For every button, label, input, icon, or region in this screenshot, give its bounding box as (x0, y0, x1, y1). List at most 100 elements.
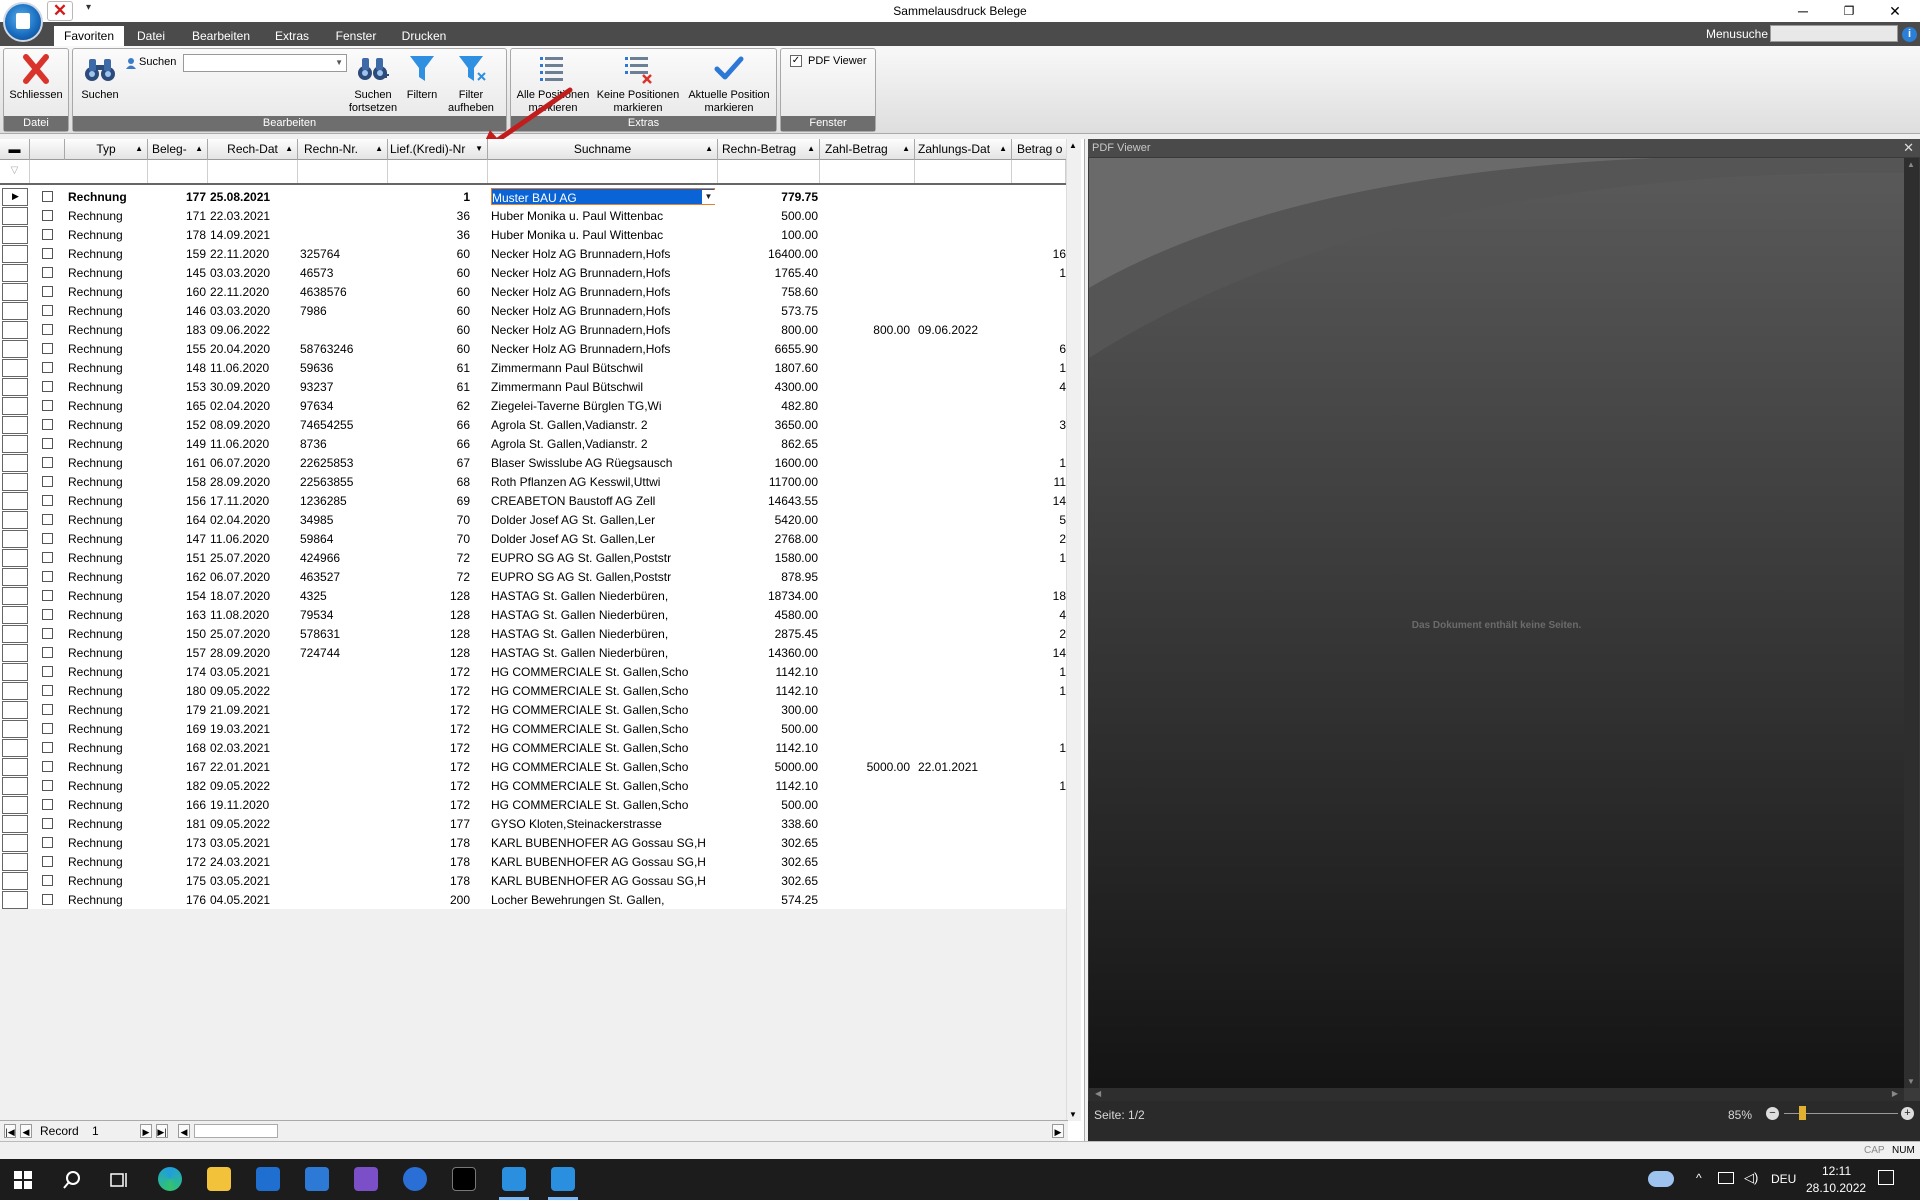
table-row[interactable]: Rechnung 150 25.07.2020 578631 128 HASTAG St.… (0, 624, 1066, 643)
table-row[interactable]: Rechnung 160 22.11.2020 4638576 60 Necker Hol… (0, 282, 1066, 301)
row-checkbox[interactable] (42, 324, 53, 335)
scroll-left-icon[interactable]: ◀ (178, 1124, 190, 1138)
edge-icon[interactable] (158, 1167, 182, 1191)
table-row[interactable]: Rechnung 152 08.09.2020 74654255 66 Agrola St… (0, 415, 1066, 434)
select-all-header[interactable]: ▬ (0, 139, 30, 160)
tab-favoriten[interactable]: Favoriten (54, 26, 124, 46)
row-selector[interactable] (2, 663, 28, 681)
table-row[interactable]: Rechnung 169 19.03.2021 172 HG COMMERCIALE S… (0, 719, 1066, 738)
row-checkbox[interactable] (42, 780, 53, 791)
row-checkbox[interactable] (42, 837, 53, 848)
row-selector[interactable] (2, 283, 28, 301)
row-selector[interactable] (2, 226, 28, 244)
terminal-icon[interactable] (452, 1167, 476, 1191)
table-row[interactable]: Rechnung 173 03.05.2021 178 KARL BUBENHOFER … (0, 833, 1066, 852)
row-checkbox[interactable] (42, 590, 53, 601)
table-row[interactable]: Rechnung 181 09.05.2022 177 GYSO Kloten,Stei… (0, 814, 1066, 833)
zoom-slider-thumb[interactable] (1799, 1106, 1806, 1120)
row-checkbox[interactable] (42, 723, 53, 734)
row-checkbox[interactable] (42, 533, 53, 544)
filter-rechn-nr[interactable] (298, 160, 388, 183)
filter-zahlungs-dat[interactable] (915, 160, 1012, 183)
row-checkbox[interactable] (42, 666, 53, 677)
table-row[interactable]: Rechnung 164 02.04.2020 34985 70 Dolder Josef… (0, 510, 1066, 529)
row-checkbox[interactable] (42, 267, 53, 278)
clock-time[interactable]: 12:11 (1822, 1164, 1851, 1178)
maps-icon[interactable] (403, 1167, 427, 1191)
table-row[interactable]: Rechnung 163 11.08.2020 79534 128 HASTAG St. … (0, 605, 1066, 624)
table-row[interactable]: Rechnung 157 28.09.2020 724744 128 HASTAG St.… (0, 643, 1066, 662)
table-row[interactable]: ▶ Rechnung 177 25.08.2021 1 Muster BAU AG 779.… (0, 187, 1066, 206)
tray-chevron-icon[interactable]: ^ (1696, 1171, 1702, 1185)
scroll-up-icon[interactable]: ▲ (1907, 160, 1915, 169)
row-checkbox[interactable] (42, 362, 53, 373)
row-checkbox[interactable] (42, 609, 53, 620)
table-row[interactable]: Rechnung 167 22.01.2021 172 HG COMMERCIALE S… (0, 757, 1066, 776)
row-checkbox[interactable] (42, 457, 53, 468)
row-checkbox[interactable] (42, 514, 53, 525)
row-selector[interactable] (2, 625, 28, 643)
table-row[interactable]: Rechnung 179 21.09.2021 172 HG COMMERCIALE S… (0, 700, 1066, 719)
row-checkbox[interactable] (42, 381, 53, 392)
row-selector[interactable] (2, 891, 28, 909)
pdf-document-area[interactable]: Das Dokument enthält keine Seiten. (1089, 158, 1904, 1088)
filtern-button[interactable]: Filtern (401, 53, 443, 102)
table-row[interactable]: Rechnung 172 24.03.2021 178 KARL BUBENHOFER … (0, 852, 1066, 871)
table-row[interactable]: Rechnung 158 28.09.2020 22563855 68 Roth Pfla… (0, 472, 1066, 491)
search-icon[interactable] (62, 1170, 82, 1190)
row-selector[interactable] (2, 606, 28, 624)
col-zahl-betrag[interactable]: Zahl-Betrag ▲ (820, 139, 915, 160)
table-row[interactable]: Rechnung 146 03.03.2020 7986 60 Necker Holz A… (0, 301, 1066, 320)
scroll-left-icon[interactable]: ◀ (1095, 1089, 1101, 1098)
filter-lief-nr[interactable] (388, 160, 488, 183)
row-selector[interactable] (2, 435, 28, 453)
row-checkbox[interactable] (42, 210, 53, 221)
col-rech-dat[interactable]: Rech-Dat ▲ (208, 139, 298, 160)
task-view-icon[interactable] (110, 1171, 130, 1189)
row-checkbox[interactable] (42, 571, 53, 582)
table-row[interactable]: Rechnung 151 25.07.2020 424966 72 EUPRO SG AG… (0, 548, 1066, 567)
file-explorer-icon[interactable] (207, 1167, 231, 1191)
row-checkbox[interactable] (42, 628, 53, 639)
row-checkbox[interactable] (42, 438, 53, 449)
row-checkbox[interactable] (42, 419, 53, 430)
row-selector[interactable] (2, 739, 28, 757)
aktuelle-position-markieren-button[interactable]: Aktuelle Position markieren (683, 53, 775, 115)
suchen-button[interactable]: Suchen (75, 53, 125, 102)
app-icon-1[interactable] (502, 1167, 526, 1191)
tab-bearbeiten[interactable]: Bearbeiten (186, 26, 256, 46)
filter-rech-dat[interactable] (208, 160, 298, 183)
tab-fenster[interactable]: Fenster (328, 26, 384, 46)
row-selector[interactable] (2, 796, 28, 814)
row-selector[interactable] (2, 378, 28, 396)
row-checkbox[interactable] (42, 761, 53, 772)
row-checkbox[interactable] (42, 647, 53, 658)
table-row[interactable]: Rechnung 174 03.05.2021 172 HG COMMERCIALE S… (0, 662, 1066, 681)
minimize-button[interactable]: ─ (1780, 0, 1826, 22)
table-row[interactable]: Rechnung 149 11.06.2020 8736 66 Agrola St. Ga… (0, 434, 1066, 453)
row-checkbox[interactable] (42, 818, 53, 829)
table-row[interactable]: Rechnung 154 18.07.2020 4325 128 HASTAG St. G… (0, 586, 1066, 605)
row-selector[interactable] (2, 815, 28, 833)
scroll-up-icon[interactable]: ▲ (1069, 141, 1077, 150)
close-window-button[interactable]: ✕ (1872, 0, 1918, 22)
col-typ[interactable]: Typ ▲ (65, 139, 148, 160)
row-checkbox[interactable] (42, 343, 53, 354)
keyboard-language[interactable]: DEU (1771, 1172, 1796, 1186)
row-selector[interactable] (2, 473, 28, 491)
filter-beleg[interactable] (148, 160, 208, 183)
row-selector[interactable] (2, 587, 28, 605)
schliessen-button[interactable]: Schliessen (7, 53, 65, 102)
row-selector[interactable]: ▶ (2, 188, 28, 206)
row-checkbox[interactable] (42, 856, 53, 867)
filter-betrag-o[interactable] (1012, 160, 1066, 183)
scroll-right-icon[interactable]: ▶ (1892, 1089, 1898, 1098)
volume-icon[interactable]: ◁) (1744, 1170, 1758, 1186)
pdf-vertical-scrollbar[interactable]: ▲ ▼ (1904, 158, 1919, 1088)
visual-studio-icon[interactable] (354, 1167, 378, 1191)
row-checkbox[interactable] (42, 894, 53, 905)
row-selector[interactable] (2, 777, 28, 795)
table-row[interactable]: Rechnung 175 03.05.2021 178 KARL BUBENHOFER … (0, 871, 1066, 890)
filter-suchname[interactable] (488, 160, 718, 183)
row-checkbox[interactable] (42, 704, 53, 715)
